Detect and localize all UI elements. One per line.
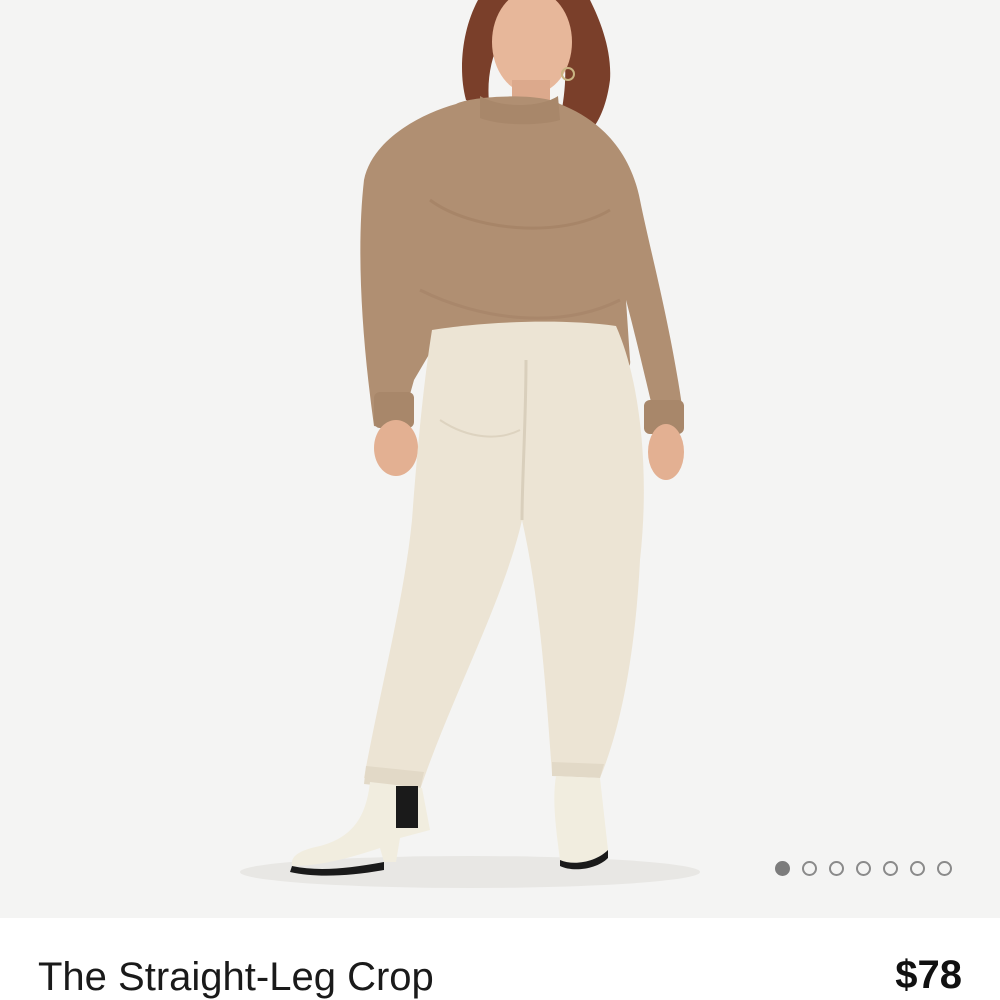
pagination-dot-1[interactable] [775, 861, 790, 876]
image-pagination-dots [775, 861, 952, 876]
pagination-dot-2[interactable] [802, 861, 817, 876]
product-title[interactable]: The Straight-Leg Crop [38, 954, 434, 1000]
product-info: The Straight-Leg Crop $78 [0, 918, 1000, 1000]
product-screen: The Straight-Leg Crop $78 [0, 0, 1000, 1000]
pagination-dot-4[interactable] [856, 861, 871, 876]
product-photo[interactable] [0, 0, 1000, 918]
pagination-dot-7[interactable] [937, 861, 952, 876]
pagination-dot-6[interactable] [910, 861, 925, 876]
product-price: $78 [895, 953, 962, 997]
pagination-dot-5[interactable] [883, 861, 898, 876]
product-image-gallery[interactable] [0, 0, 1000, 918]
pagination-dot-3[interactable] [829, 861, 844, 876]
